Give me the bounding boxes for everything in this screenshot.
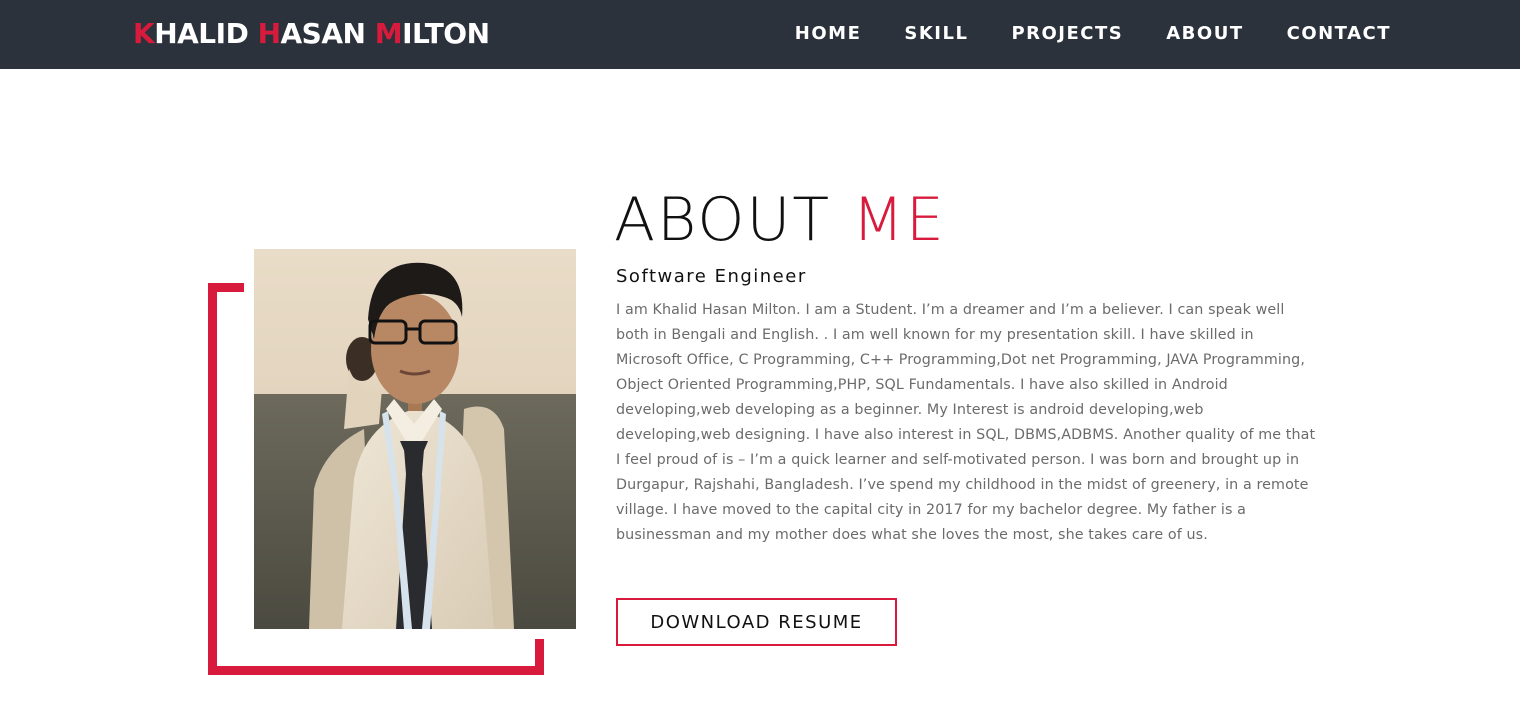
brand-initial-k: K xyxy=(133,17,155,50)
nav-link-about[interactable]: ABOUT xyxy=(1166,22,1243,46)
nav-link-home[interactable]: HOME xyxy=(795,22,862,46)
brand-initial-m: M xyxy=(374,17,403,50)
brand-text-ilton: ILTON xyxy=(402,17,490,50)
nav-link-projects[interactable]: PROJECTS xyxy=(1011,22,1123,46)
top-navbar: KHALID HASAN MILTON HOME SKILL PROJECTS … xyxy=(0,0,1520,69)
nav-link-skill[interactable]: SKILL xyxy=(904,22,968,46)
photo-frame-bottom xyxy=(208,666,544,675)
photo-frame-top xyxy=(208,283,244,292)
brand-text-halid: HALID xyxy=(154,17,258,50)
photo-frame-right xyxy=(535,639,544,675)
main-nav: HOME SKILL PROJECTS ABOUT CONTACT xyxy=(795,22,1391,46)
download-resume-button[interactable]: DOWNLOAD RESUME xyxy=(616,598,897,646)
page-title: ABOUT ME xyxy=(614,186,946,254)
brand-text-asan: ASAN xyxy=(280,17,375,50)
profile-photo xyxy=(254,249,576,629)
nav-link-contact[interactable]: CONTACT xyxy=(1287,22,1391,46)
photo-frame-left xyxy=(208,283,217,675)
title-plain: ABOUT xyxy=(614,185,853,255)
brand-initial-h: H xyxy=(257,17,281,50)
bio-paragraph: I am Khalid Hasan Milton. I am a Student… xyxy=(616,302,1316,543)
brand-logo[interactable]: KHALID HASAN MILTON xyxy=(133,17,490,51)
job-title: Software Engineer xyxy=(616,266,807,287)
title-accent: ME xyxy=(852,185,946,255)
